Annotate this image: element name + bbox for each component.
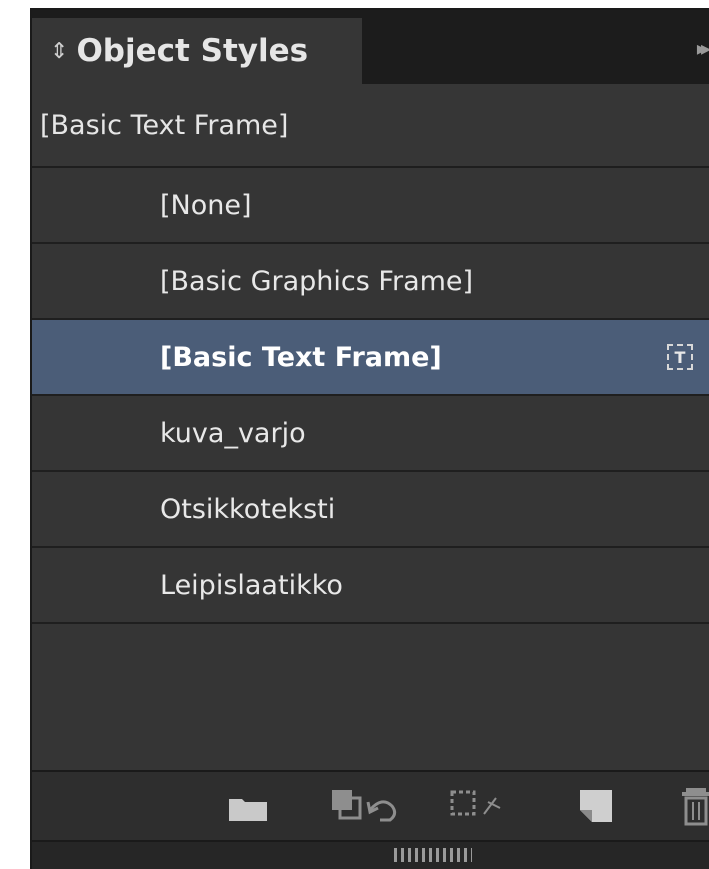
style-label: kuva_varjo [160,417,306,449]
style-item-basic-graphics-frame[interactable]: [Basic Graphics Frame] [32,244,709,320]
collapse-panel-icon[interactable]: ▸▸ [697,36,709,60]
style-item-basic-text-frame[interactable]: [Basic Text Frame] T [32,320,709,396]
folder-icon[interactable] [228,794,268,826]
clear-attributes-icon[interactable] [450,788,510,826]
new-style-icon[interactable] [578,788,614,828]
panel-tab-bar: ⇕ Object Styles ▸▸ [32,10,709,84]
default-text-frame-icon: T [667,344,693,370]
style-label: [Basic Text Frame] [160,341,442,373]
style-item-kuva-varjo[interactable]: kuva_varjo [32,396,709,472]
tab-expand-icon[interactable]: ⇕ [50,39,68,64]
resize-grip-icon[interactable] [394,848,472,862]
tab-label: Object Styles [76,33,309,69]
object-styles-panel: ⇕ Object Styles ▸▸ [Basic Text Frame] [N… [30,8,709,869]
style-label: [None] [160,189,252,221]
style-list-empty-area [32,624,709,776]
clear-overrides-icon[interactable] [330,788,408,830]
trash-icon[interactable] [682,786,709,830]
style-label: Leipislaatikko [160,569,343,601]
style-label: [Basic Graphics Frame] [160,265,474,297]
panel-status-bar [32,840,709,869]
style-item-none[interactable]: [None] [32,168,709,244]
style-list: [None] [Basic Graphics Frame] [Basic Tex… [32,168,709,776]
style-label: Otsikkoteksti [160,493,336,525]
tab-object-styles[interactable]: ⇕ Object Styles [32,18,362,84]
current-style-indicator: [Basic Text Frame] [32,84,709,168]
panel-toolbar [32,770,709,842]
style-item-otsikkoteksti[interactable]: Otsikkoteksti [32,472,709,548]
style-item-leipislaatikko[interactable]: Leipislaatikko [32,548,709,624]
